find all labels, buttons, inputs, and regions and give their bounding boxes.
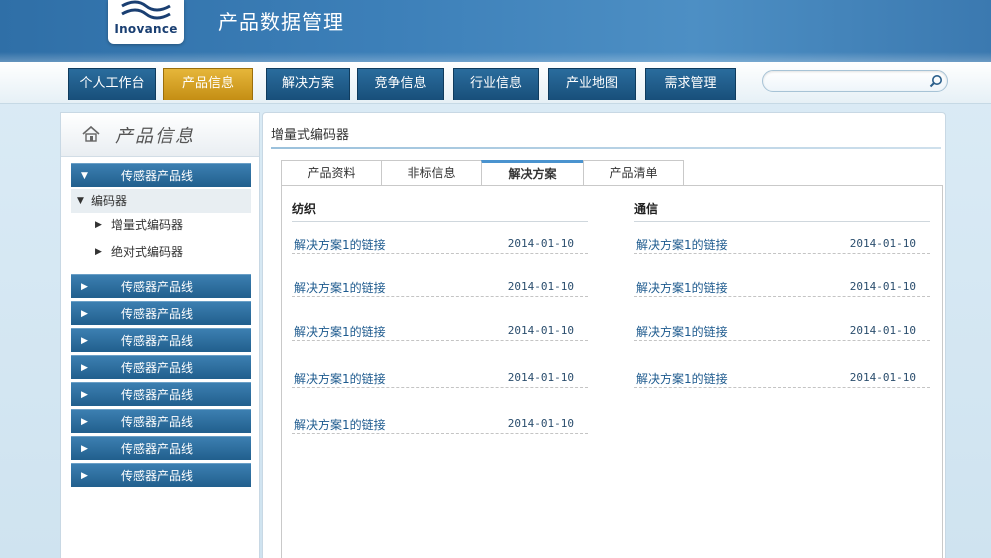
solution-link[interactable]: 解决方案1的链接	[294, 370, 386, 387]
sidebar-sub-encoder[interactable]: ▼ 编码器	[71, 189, 251, 213]
sidebar-group-5[interactable]: ▶ 传感器产品线	[71, 355, 251, 379]
solution-date: 2014-01-10	[849, 237, 916, 250]
nav-tab-industry[interactable]: 行业信息	[453, 68, 539, 100]
solution-date: 2014-01-10	[507, 417, 574, 430]
solution-link[interactable]: 解决方案1的链接	[294, 236, 386, 253]
sidebar-group-9[interactable]: ▶ 传感器产品线	[71, 463, 251, 487]
solution-date: 2014-01-10	[507, 324, 574, 337]
sidebar-title: 产品信息	[115, 126, 195, 147]
sidebar-group-label: 传感器产品线	[121, 334, 194, 348]
sidebar-leaf-incremental-encoder[interactable]: ▶ 增量式编码器	[71, 213, 251, 237]
solution-date: 2014-01-10	[507, 280, 574, 293]
tab-product-docs[interactable]: 产品资料	[281, 160, 382, 186]
sidebar: 产品信息 ▼ 传感器产品线 ▼ 编码器 ▶ 增量式编码器 ▶ 绝对式编码器 ▶ …	[60, 112, 260, 558]
list-item: 解决方案1的链接 2014-01-10	[292, 368, 588, 388]
sidebar-group-label: 传感器产品线	[121, 361, 194, 375]
column-heading: 通信	[634, 200, 930, 222]
tab-nonstandard-info[interactable]: 非标信息	[381, 160, 482, 186]
brand-logo[interactable]: Inovance	[108, 0, 184, 44]
nav-tab-solutions[interactable]: 解决方案	[266, 68, 350, 100]
tab-solutions[interactable]: 解决方案	[481, 160, 584, 186]
sidebar-group-8[interactable]: ▶ 传感器产品线	[71, 436, 251, 460]
list-item: 解决方案1的链接 2014-01-10	[292, 414, 588, 434]
list-item: 解决方案1的链接 2014-01-10	[292, 234, 588, 254]
home-icon	[82, 125, 100, 142]
solutions-content: 纺织 解决方案1的链接 2014-01-10 解决方案1的链接 2014-01-…	[281, 185, 943, 558]
sidebar-group-label: 传感器产品线	[121, 307, 194, 321]
nav-tab-industry-map[interactable]: 产业地图	[548, 68, 636, 100]
sidebar-group-2[interactable]: ▶ 传感器产品线	[71, 274, 251, 298]
triangle-right-icon: ▶	[95, 220, 102, 230]
sidebar-group-label: 传感器产品线	[121, 169, 194, 183]
sidebar-group-label: 传感器产品线	[121, 415, 194, 429]
page-title: 增量式编码器	[271, 128, 350, 143]
solution-date: 2014-01-10	[507, 237, 574, 250]
solution-link[interactable]: 解决方案1的链接	[294, 279, 386, 296]
sidebar-group-3[interactable]: ▶ 传感器产品线	[71, 301, 251, 325]
list-item: 解决方案1的链接 2014-01-10	[634, 321, 930, 341]
sidebar-group-label: 传感器产品线	[121, 388, 194, 402]
triangle-right-icon: ▶	[81, 444, 88, 454]
sidebar-sub-label: 编码器	[91, 194, 128, 208]
search-box[interactable]	[762, 70, 948, 92]
sidebar-group-4[interactable]: ▶ 传感器产品线	[71, 328, 251, 352]
inovance-wave-logo-icon	[121, 0, 171, 20]
list-item: 解决方案1的链接 2014-01-10	[292, 321, 588, 341]
solution-date: 2014-01-10	[849, 324, 916, 337]
solution-link[interactable]: 解决方案1的链接	[294, 416, 386, 433]
list-item: 解决方案1的链接 2014-01-10	[634, 368, 930, 388]
list-item: 解决方案1的链接 2014-01-10	[634, 277, 930, 297]
solution-date: 2014-01-10	[507, 371, 574, 384]
solution-link[interactable]: 解决方案1的链接	[294, 323, 386, 340]
solution-date: 2014-01-10	[849, 280, 916, 293]
solution-link[interactable]: 解决方案1的链接	[636, 279, 728, 296]
triangle-right-icon: ▶	[81, 471, 88, 481]
sidebar-group-6[interactable]: ▶ 传感器产品线	[71, 382, 251, 406]
triangle-right-icon: ▶	[81, 282, 88, 292]
logo-text: Inovance	[114, 22, 178, 36]
sidebar-group-7[interactable]: ▶ 传感器产品线	[71, 409, 251, 433]
sidebar-group-label: 传感器产品线	[121, 442, 194, 456]
column-heading: 纺织	[292, 200, 588, 222]
nav-tab-workbench[interactable]: 个人工作台	[68, 68, 156, 100]
search-input[interactable]	[773, 73, 923, 89]
triangle-right-icon: ▶	[81, 363, 88, 373]
nav-tab-competition[interactable]: 竞争信息	[357, 68, 444, 100]
sidebar-group-1[interactable]: ▼ 传感器产品线	[71, 163, 251, 187]
solution-link[interactable]: 解决方案1的链接	[636, 370, 728, 387]
solution-link[interactable]: 解决方案1的链接	[636, 323, 728, 340]
triangle-right-icon: ▶	[81, 309, 88, 319]
sidebar-leaf-absolute-encoder[interactable]: ▶ 绝对式编码器	[71, 240, 251, 264]
triangle-right-icon: ▶	[81, 417, 88, 427]
sidebar-group-label: 传感器产品线	[121, 469, 194, 483]
sidebar-leaf-label: 增量式编码器	[111, 218, 184, 232]
solution-date: 2014-01-10	[849, 371, 916, 384]
triangle-right-icon: ▶	[81, 390, 88, 400]
title-divider	[271, 147, 941, 149]
triangle-down-icon: ▼	[81, 171, 88, 181]
app-title: 产品数据管理	[218, 10, 344, 34]
nav-tab-product-info[interactable]: 产品信息	[163, 68, 253, 100]
main-panel: 增量式编码器 产品资料 非标信息 解决方案 产品清单 纺织 解决方案1的链接 2…	[262, 112, 946, 558]
sidebar-header: 产品信息	[61, 113, 259, 157]
triangle-right-icon: ▶	[95, 247, 102, 257]
search-icon[interactable]	[929, 74, 943, 88]
app-header: Inovance 产品数据管理	[0, 0, 991, 62]
triangle-right-icon: ▶	[81, 336, 88, 346]
sidebar-leaf-label: 绝对式编码器	[111, 245, 184, 259]
solution-link[interactable]: 解决方案1的链接	[636, 236, 728, 253]
nav-tab-requirements[interactable]: 需求管理	[645, 68, 736, 100]
triangle-down-icon: ▼	[77, 196, 84, 206]
list-item: 解决方案1的链接 2014-01-10	[634, 234, 930, 254]
sidebar-group-label: 传感器产品线	[121, 280, 194, 294]
tab-product-list[interactable]: 产品清单	[583, 160, 684, 186]
list-item: 解决方案1的链接 2014-01-10	[292, 277, 588, 297]
